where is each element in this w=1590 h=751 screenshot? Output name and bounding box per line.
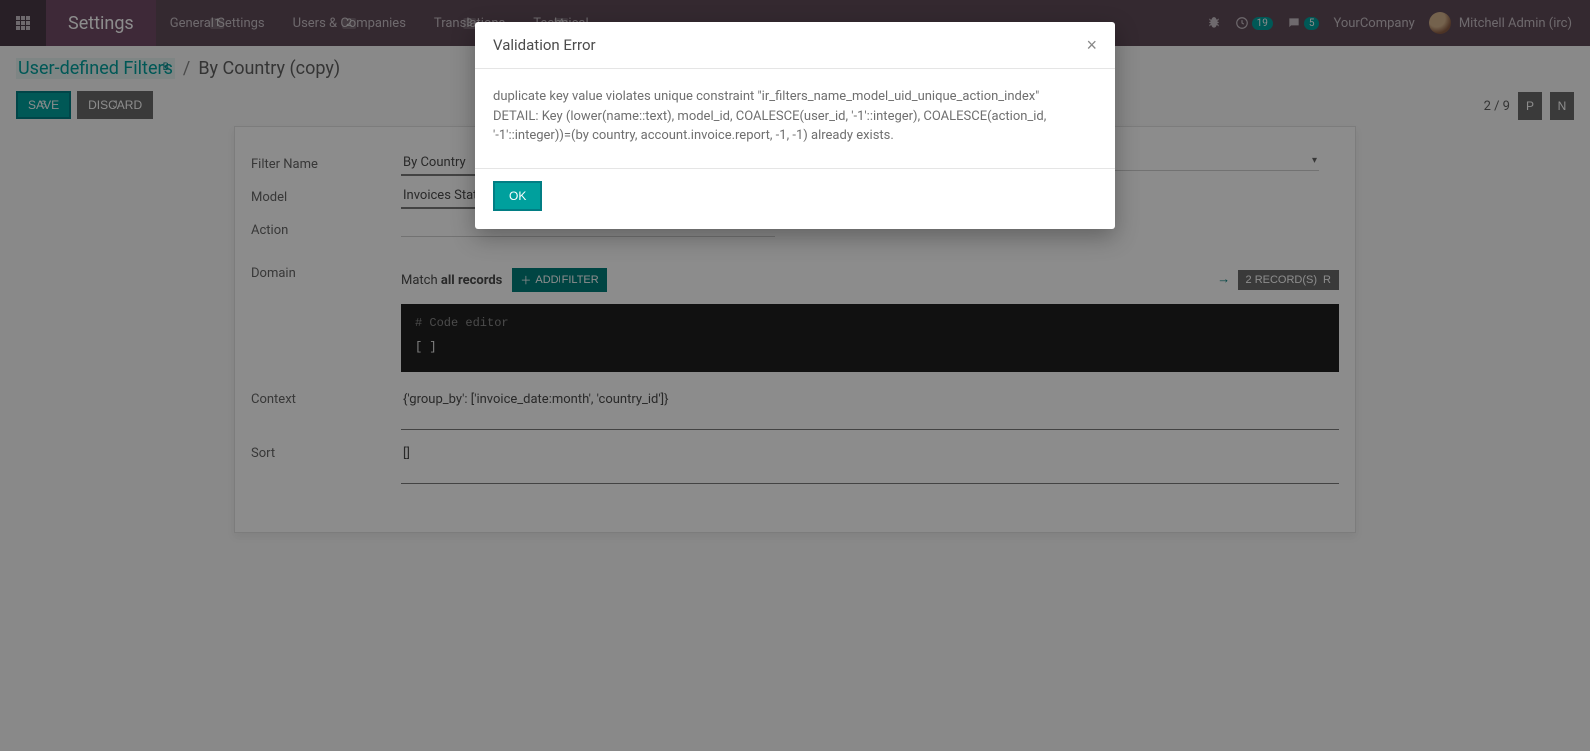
validation-error-modal: Validation Error × duplicate key value v… (475, 22, 1115, 229)
ok-button[interactable]: OK (493, 181, 542, 211)
modal-body: duplicate key value violates unique cons… (475, 69, 1115, 168)
close-icon[interactable]: × (1086, 36, 1097, 54)
modal-title: Validation Error (493, 36, 596, 54)
